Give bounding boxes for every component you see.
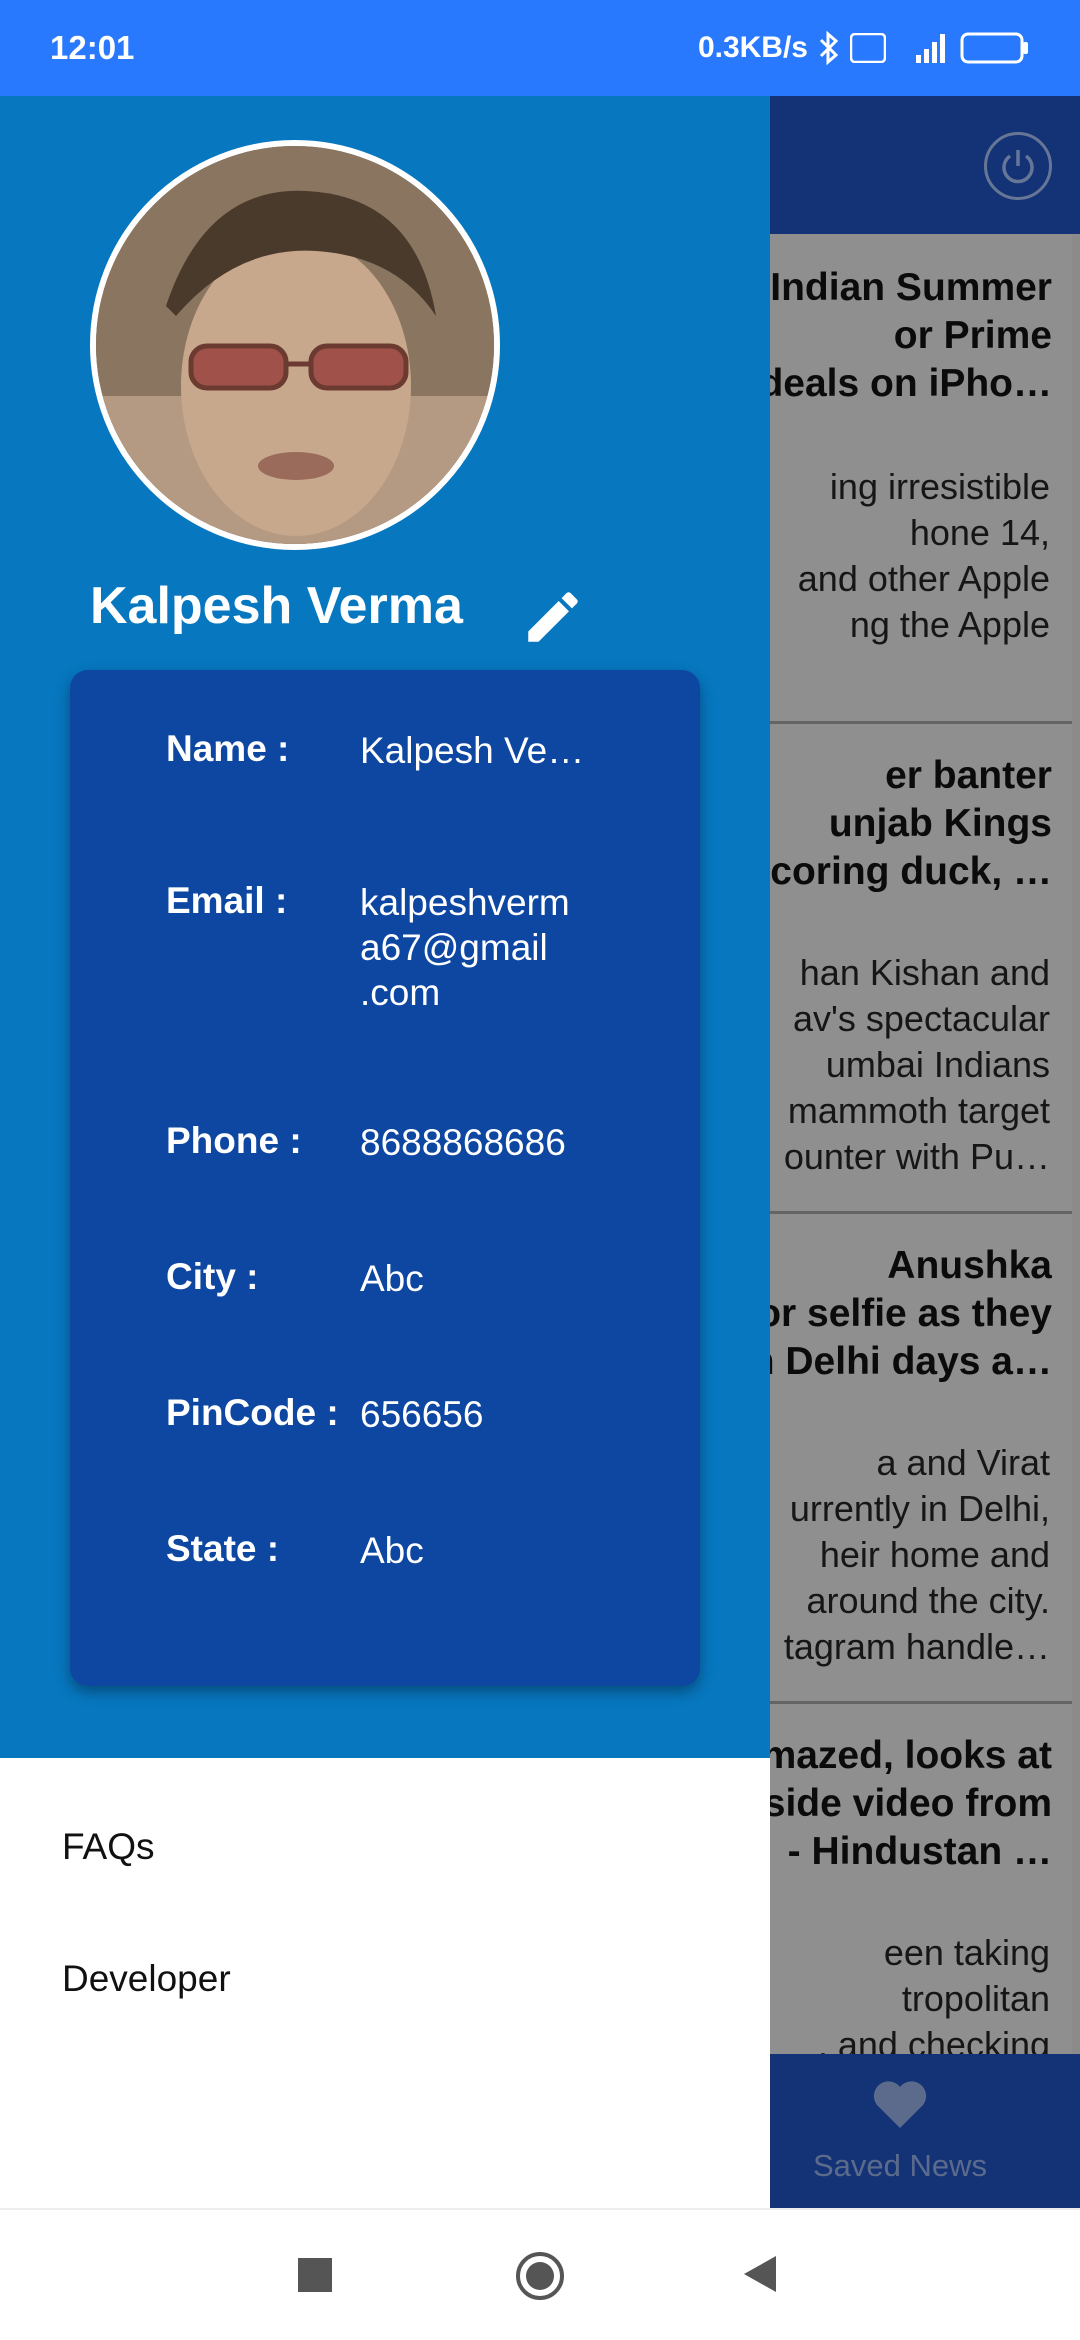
recents-icon[interactable]	[298, 2258, 332, 2297]
edit-icon[interactable]	[520, 584, 586, 650]
status-bar: 12:01 0.3KB/s	[0, 0, 1080, 96]
profile-card: Name : Kalpesh Ver… Email : kalpeshverm …	[70, 670, 700, 1686]
battery-icon	[960, 31, 1030, 65]
state-value: Abc	[360, 1530, 424, 1571]
city-value: Abc	[360, 1258, 424, 1299]
network-speed: 0.3KB/s	[697, 31, 808, 64]
volte-icon	[850, 33, 886, 63]
navigation-drawer: Kalpesh Verma Name : Kalpesh Ver… Email …	[0, 96, 770, 2208]
home-icon[interactable]	[514, 2250, 566, 2307]
email-label: Email :	[166, 880, 288, 921]
menu-item-developer[interactable]: Developer	[62, 1958, 231, 2000]
menu-item-faqs[interactable]: FAQs	[62, 1826, 155, 1868]
signal-icon	[896, 31, 950, 65]
avatar[interactable]	[90, 140, 500, 550]
system-navigation-bar	[0, 2208, 1080, 2340]
drawer-header: Kalpesh Verma Name : Kalpesh Ver… Email …	[0, 96, 770, 1758]
user-name: Kalpesh Verma	[90, 577, 463, 635]
city-label: City :	[166, 1256, 259, 1297]
phone-label: Phone :	[166, 1120, 302, 1161]
name-value: Kalpesh Ver…	[360, 730, 595, 771]
status-icons: 0.3KB/s	[698, 31, 1030, 65]
status-time: 12:01	[50, 29, 135, 66]
pincode-label: PinCode :	[166, 1392, 339, 1433]
bluetooth-icon	[818, 31, 840, 65]
state-label: State :	[166, 1528, 280, 1569]
email-value: kalpeshverm a67@gmail .com	[360, 882, 570, 1013]
name-label: Name :	[166, 728, 290, 769]
pincode-value: 656656	[360, 1394, 484, 1435]
back-icon[interactable]	[742, 2254, 778, 2299]
phone-value: 8688868686	[360, 1122, 566, 1163]
